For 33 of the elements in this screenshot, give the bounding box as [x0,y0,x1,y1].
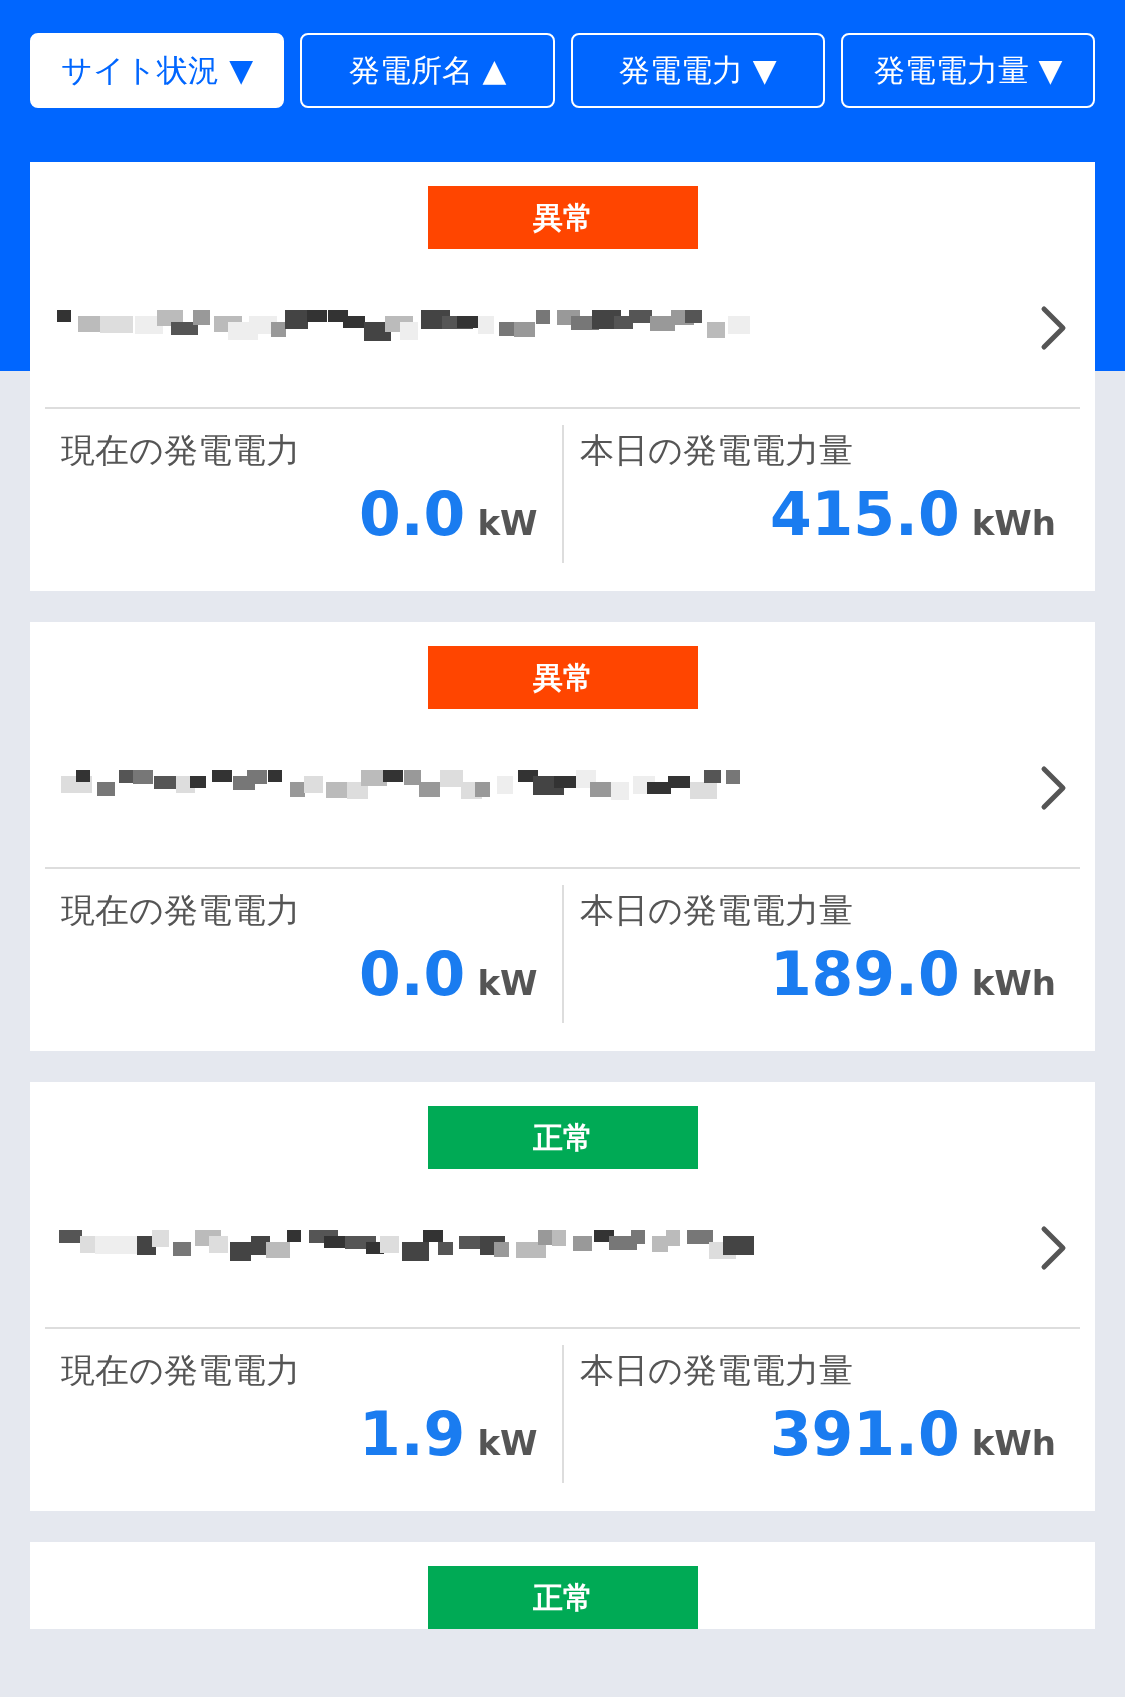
sort-button[interactable]: サイト状況 ▼ [30,33,285,108]
stat-label: 現在の発電電力 [61,889,301,932]
stat-unit: kWh [971,505,1056,540]
chevron-right-icon [1040,1225,1068,1271]
stat-unit: kWh [971,965,1056,1000]
status-badge: 異常 [427,186,698,249]
stat-label: 本日の発電電力量 [579,429,854,472]
stat-label: 現在の発電電力 [61,1349,301,1392]
site-card[interactable]: 正常 [30,1542,1095,1629]
stat-value: 0.0 [359,483,466,544]
site-card[interactable]: 正常 現在の発電電力 1.9 kW 本日の発電電力量 391.0 kWh [30,1082,1095,1511]
stat-value: 189.0 [769,943,960,1004]
sort-button[interactable]: 発電電力 ▼ [570,33,825,108]
stat-label: 現在の発電電力 [61,429,301,472]
site-card[interactable]: 異常 現在の発電電力 0.0 kW 本日の発電電力量 415.0 kWh [30,162,1095,591]
stat-label: 本日の発電電力量 [579,889,854,932]
status-badge: 異常 [427,646,698,709]
stat-value: 391.0 [769,1403,960,1464]
stat-unit: kW [477,1425,538,1460]
stat-label: 本日の発電電力量 [579,1349,854,1392]
stat-value: 0.0 [359,943,466,1004]
stat-value: 415.0 [769,483,960,544]
status-badge: 正常 [427,1566,698,1629]
status-badge: 正常 [427,1106,698,1169]
chevron-right-icon [1040,765,1068,811]
stat-unit: kW [477,505,538,540]
chevron-right-icon [1040,305,1068,351]
sort-button[interactable]: 発電電力量 ▼ [840,33,1095,108]
stat-unit: kW [477,965,538,1000]
sort-button[interactable]: 発電所名 ▲ [300,33,555,108]
stat-unit: kWh [971,1425,1056,1460]
stat-value: 1.9 [359,1403,466,1464]
site-card[interactable]: 異常 現在の発電電力 0.0 kW 本日の発電電力量 189.0 kWh [30,622,1095,1051]
